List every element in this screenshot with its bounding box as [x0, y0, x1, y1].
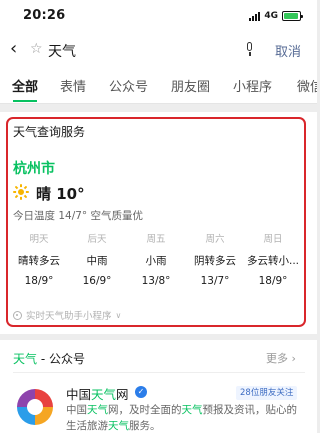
service-title: 天气查询服务	[13, 125, 86, 139]
mini-program-link[interactable]: 实时天气助手小程序 ∨	[13, 308, 121, 322]
forecast-row: 明天 晴转多云 18/9° 后天 中雨 16/9° 周五 小雨 13/8° 周六…	[10, 232, 302, 292]
forecast-condition: 阴转多云	[194, 255, 236, 267]
forecast-condition: 多云转小...	[246, 255, 299, 267]
forecast-condition: 小雨	[145, 255, 167, 267]
forecast-day-label: 周五	[146, 234, 166, 245]
forecast-day[interactable]: 后天 中雨 16/9°	[68, 232, 126, 290]
forecast-day-label: 明天	[29, 234, 49, 245]
desc-keyword: 天气	[181, 404, 203, 416]
forecast-temp: 13/8°	[141, 275, 171, 287]
tab-official-accounts[interactable]: 公众号	[109, 76, 148, 95]
forecast-day[interactable]: 明天 晴转多云 18/9°	[10, 232, 68, 290]
microphone-icon[interactable]	[245, 42, 254, 57]
tab-stickers[interactable]: 表情	[60, 76, 86, 95]
star-icon[interactable]: ☆	[30, 41, 43, 57]
battery-icon	[282, 11, 303, 21]
verified-icon: ✓	[135, 386, 147, 398]
today-summary: 今日温度 14/7° 空气质量优	[13, 210, 144, 222]
more-label: 更多	[266, 352, 288, 365]
account-name-keyword: 天气	[91, 387, 117, 402]
tab-wechat[interactable]: 微信	[297, 76, 317, 95]
account-logo[interactable]	[14, 386, 56, 428]
desc-part: 服务。	[129, 420, 161, 432]
chevron-right-icon: ›	[291, 352, 296, 365]
forecast-day[interactable]: 周五 小雨 13/8°	[127, 232, 185, 290]
desc-keyword: 天气	[87, 404, 108, 416]
account-name-prefix: 中国	[66, 387, 92, 402]
chevron-down-icon: ∨	[115, 310, 122, 320]
city-name[interactable]: 杭州市	[13, 158, 55, 178]
filter-tabs: 全部 表情 公众号 朋友圈 小程序 微信	[0, 66, 317, 104]
sun-icon	[13, 184, 29, 200]
status-bar: 20:26 4G	[0, 0, 317, 33]
search-bar: ‹ ☆ 天气 取消	[0, 33, 317, 66]
forecast-day[interactable]: 周六 阴转多云 13/7°	[186, 232, 244, 290]
cancel-button[interactable]: 取消	[275, 41, 301, 60]
tab-all[interactable]: 全部	[12, 76, 38, 95]
mini-program-icon	[13, 310, 22, 320]
forecast-temp: 18/9°	[258, 275, 288, 287]
forecast-temp: 18/9°	[24, 275, 54, 287]
weather-logo-icon	[14, 386, 56, 428]
forecast-day[interactable]: 周日 多云转小... 18/9°	[244, 232, 302, 290]
forecast-temp: 13/7°	[200, 275, 230, 287]
search-input[interactable]: 天气	[48, 41, 76, 61]
forecast-condition: 晴转多云	[18, 255, 60, 267]
forecast-temp: 16/9°	[82, 275, 112, 287]
forecast-day-label: 后天	[87, 234, 107, 245]
forecast-day-label: 周日	[263, 234, 283, 245]
mini-program-label: 实时天气助手小程序	[26, 311, 112, 322]
friends-follow-badge: 28位朋友关注	[236, 386, 298, 400]
desc-part: 中国	[66, 404, 87, 416]
tab-moments[interactable]: 朋友圈	[171, 76, 210, 95]
divider	[13, 372, 305, 373]
forecast-day-label: 周六	[205, 234, 225, 245]
section-keyword: 天气	[13, 352, 38, 366]
account-description: 中国天气网，及时全面的天气预报及资讯，贴心的生活旅游天气服务。	[66, 402, 306, 433]
section-header: 天气 - 公众号	[13, 350, 85, 367]
back-icon[interactable]: ‹	[10, 40, 17, 58]
more-button[interactable]: 更多 ›	[266, 350, 296, 366]
status-time: 20:26	[23, 8, 66, 23]
signal-icon	[249, 11, 261, 21]
current-weather: 晴 10°	[36, 185, 85, 203]
active-tab-indicator	[13, 100, 37, 102]
status-indicators: 4G	[249, 10, 303, 22]
tab-mini-programs[interactable]: 小程序	[233, 76, 272, 95]
account-name-suffix: 网	[116, 387, 129, 402]
desc-keyword: 天气	[108, 420, 129, 432]
network-type: 4G	[264, 11, 278, 21]
account-name[interactable]: 中国天气网	[66, 384, 129, 403]
forecast-condition: 中雨	[86, 255, 108, 267]
section-title: - 公众号	[37, 352, 85, 366]
desc-part: 网，及时全面的	[108, 404, 182, 416]
